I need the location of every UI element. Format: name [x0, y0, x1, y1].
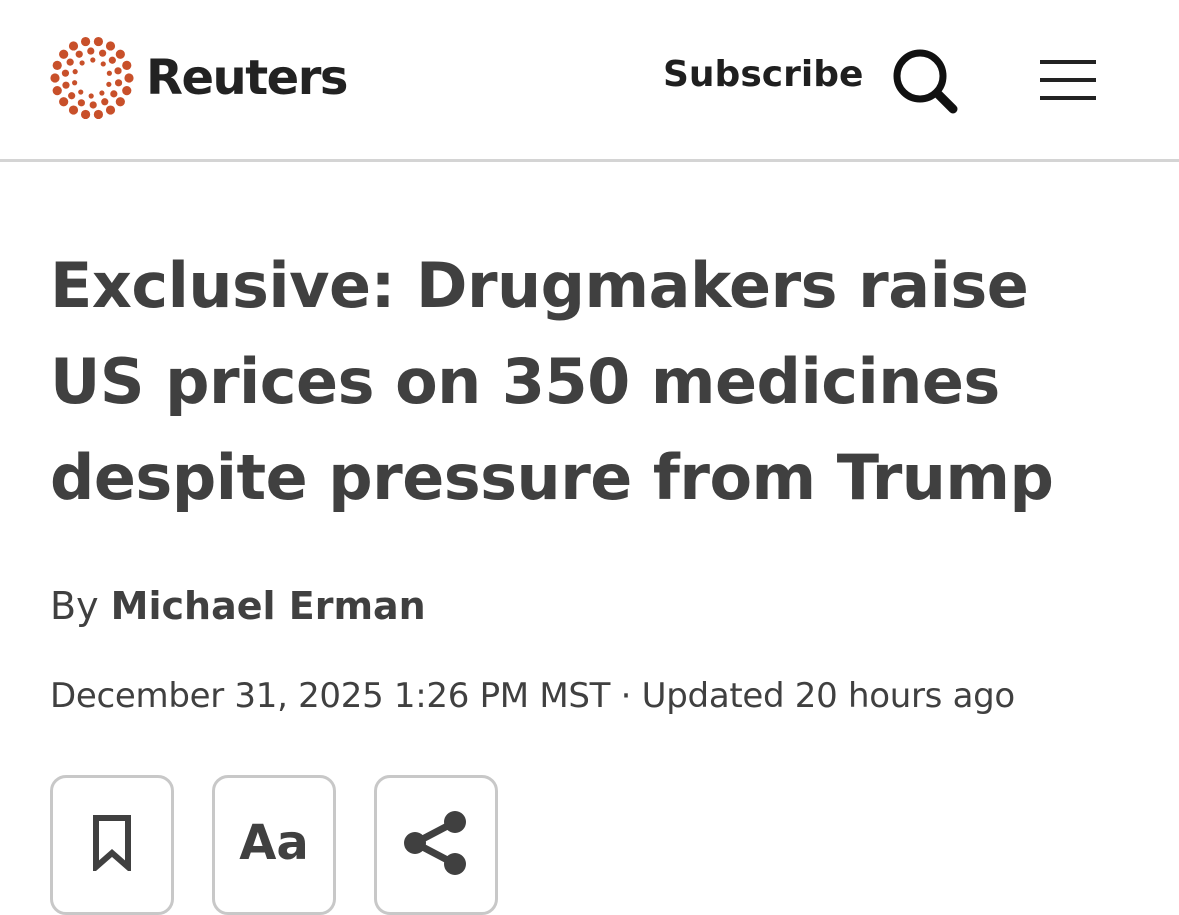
- logo-dot: [122, 86, 132, 96]
- logo-dot: [61, 69, 70, 77]
- search-icon[interactable]: [890, 46, 960, 116]
- updated-time: Updated 20 hours ago: [641, 676, 1016, 716]
- logo-dot: [99, 49, 107, 57]
- article-headline: Exclusive: Drugmakers raise US prices on…: [50, 249, 1054, 514]
- logo-dot: [52, 86, 62, 96]
- share-icon: [404, 811, 466, 875]
- bookmark-icon: [93, 815, 131, 871]
- logo-dot: [110, 90, 118, 98]
- logo-dot: [80, 109, 91, 120]
- subscribe-button[interactable]: Subscribe: [663, 54, 863, 95]
- logo-dot: [50, 73, 60, 83]
- share-button[interactable]: [374, 775, 498, 915]
- logo-dot: [99, 90, 105, 96]
- logo-dot: [72, 69, 78, 75]
- brand-name: Reuters: [146, 50, 348, 106]
- logo-dot: [114, 67, 122, 75]
- bookmark-button[interactable]: [50, 775, 174, 915]
- dateline: December 31, 2025 1:26 PM MST · Updated …: [50, 676, 1015, 716]
- logo-dot: [80, 36, 91, 47]
- logo-dot: [78, 89, 84, 95]
- logo-dot: [62, 81, 70, 89]
- logo-dot: [90, 57, 96, 63]
- logo-dot: [105, 41, 116, 51]
- byline-prefix: By: [50, 584, 99, 628]
- logo-dot: [105, 105, 116, 115]
- hamburger-menu-icon[interactable]: [1038, 58, 1098, 102]
- text-size-label: Aa: [239, 815, 309, 871]
- logo-dot: [59, 97, 69, 107]
- logo-dot: [59, 49, 69, 59]
- logo-dot: [101, 98, 109, 106]
- logo-dot: [93, 36, 104, 47]
- date-separator: ·: [620, 676, 632, 716]
- logo-dot: [87, 47, 95, 55]
- logo-dot: [122, 60, 132, 70]
- logo-dot: [66, 58, 74, 66]
- logo-dot: [68, 92, 76, 100]
- logo-dot: [68, 41, 79, 51]
- logo-dot: [79, 60, 85, 66]
- logo-dot: [124, 73, 134, 83]
- logo-dot: [115, 97, 125, 107]
- logo-dot: [77, 99, 85, 107]
- author-link[interactable]: Michael Erman: [111, 584, 426, 628]
- logo-dot: [68, 105, 79, 115]
- site-header: Reuters Subscribe: [0, 0, 1179, 162]
- logo-dot: [93, 109, 104, 120]
- reuters-logo[interactable]: Reuters: [50, 36, 348, 120]
- byline: By Michael Erman: [50, 584, 426, 628]
- reuters-logo-icon: [50, 36, 134, 120]
- text-size-button[interactable]: Aa: [212, 775, 336, 915]
- logo-dot: [52, 60, 62, 70]
- logo-dot: [108, 56, 116, 64]
- logo-dot: [88, 93, 94, 99]
- logo-dot: [114, 79, 123, 87]
- logo-dot: [72, 80, 78, 86]
- logo-dot: [115, 49, 125, 59]
- logo-dot: [106, 81, 112, 87]
- logo-dot: [89, 101, 97, 109]
- logo-dot: [75, 50, 83, 58]
- publish-date: December 31, 2025 1:26 PM MST: [50, 676, 611, 716]
- logo-dot: [106, 70, 112, 76]
- logo-dot: [100, 61, 106, 67]
